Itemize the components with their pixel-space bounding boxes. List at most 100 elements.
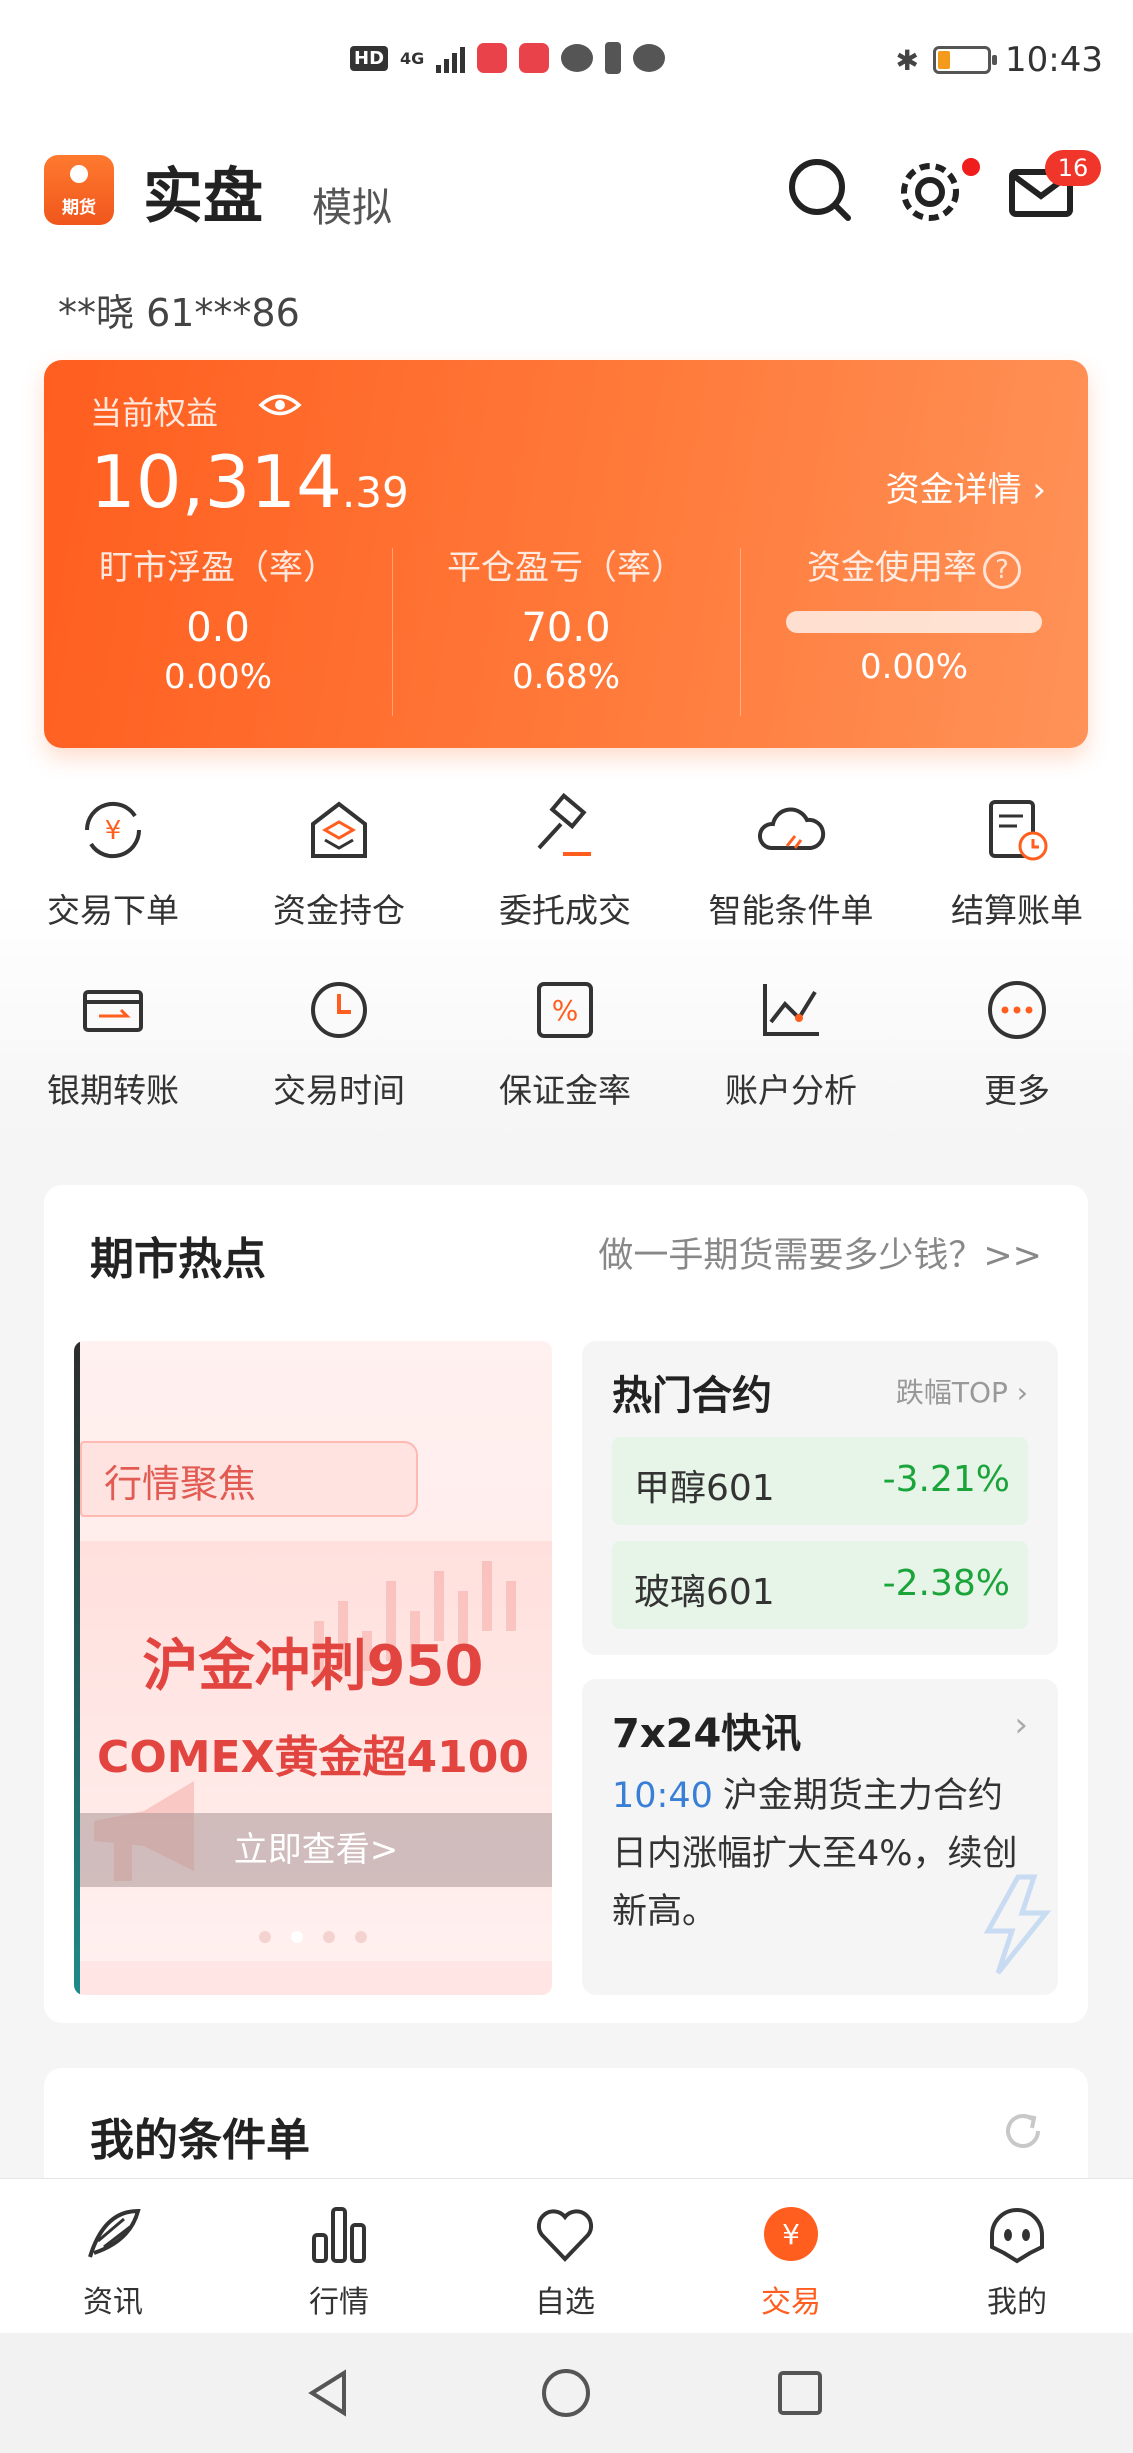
hot-contracts-panel: 热门合约 跌幅TOP › 甲醇601 -3.21% 玻璃601 -2.38% xyxy=(582,1341,1058,1655)
equity-value-integer: 10,314 xyxy=(90,440,342,524)
menu-label: 更多 xyxy=(984,1071,1050,1110)
home-icon[interactable] xyxy=(536,2363,596,2423)
carousel-dots xyxy=(74,1931,552,1943)
battery-level xyxy=(938,51,951,69)
bottom-nav: 资讯 行情 自选 ¥ 交易 我的 xyxy=(0,2178,1133,2333)
nav-trade[interactable]: ¥ 交易 xyxy=(678,2201,904,2321)
search-icon xyxy=(789,159,851,221)
menu-item-settlement[interactable]: 结算账单 xyxy=(904,790,1130,932)
layers-house-icon xyxy=(311,801,367,858)
futures-cost-link[interactable]: 做一手期货需要多少钱？>> xyxy=(598,1227,1042,1278)
banner-headline: 沪金冲刺950 xyxy=(142,1634,484,1699)
search-button[interactable] xyxy=(780,150,860,230)
settings-notification-dot xyxy=(962,158,980,176)
closing-pnl: 平仓盈亏（率） 70.0 0.68% xyxy=(392,540,740,697)
equity-value-decimal: .39 xyxy=(341,468,409,517)
feather-icon xyxy=(88,2208,141,2258)
menu-label: 结算账单 xyxy=(951,891,1083,930)
menu-item-margin-rate[interactable]: % 保证金率 xyxy=(452,970,678,1112)
status-bar: HD 4G ✱ 10:43 xyxy=(0,0,1133,130)
menu-label: 委托成交 xyxy=(499,891,631,930)
nav-label: 自选 xyxy=(535,2285,595,2320)
nav-label: 交易 xyxy=(761,2285,821,2320)
eye-toggle-button[interactable] xyxy=(258,388,302,422)
promo-banner[interactable]: 行情聚焦 沪金冲刺950 COMEX黄金超4100 立即查看> xyxy=(74,1341,552,1995)
menu-item-entrust[interactable]: 委托成交 xyxy=(452,790,678,932)
flash-news-panel[interactable]: 7x24快讯 › 10:40 沪金期货主力合约日内涨幅扩大至4%，续创新高。 xyxy=(582,1679,1058,1995)
gear-icon xyxy=(901,163,959,221)
floating-pnl: 盯市浮盈（率） 0.0 0.00% xyxy=(44,540,392,697)
nav-label: 行情 xyxy=(309,2285,369,2320)
settings-button[interactable] xyxy=(890,150,970,230)
back-icon[interactable] xyxy=(300,2363,360,2423)
menu-label: 交易下单 xyxy=(47,891,179,930)
logo-mark-icon xyxy=(70,165,88,183)
battery-icon xyxy=(933,46,998,74)
hd-icon: HD xyxy=(350,45,389,71)
fund-usage-bar xyxy=(786,611,1042,633)
section-title: 我的条件单 xyxy=(90,2115,310,2166)
svg-text:%: % xyxy=(552,994,579,1027)
heart-icon xyxy=(536,2209,594,2262)
alert-icon xyxy=(605,42,622,74)
menu-item-bank-transfer[interactable]: 银期转账 xyxy=(0,970,226,1112)
mail-badge: 16 xyxy=(1045,150,1101,186)
carousel-dot-active xyxy=(291,1931,303,1943)
tab-real[interactable]: 实盘 xyxy=(143,148,263,235)
svg-text:¥: ¥ xyxy=(105,816,122,846)
menu-item-smart-condition[interactable]: 智能条件单 xyxy=(678,790,904,932)
equity-card: 当前权益 10,314.39 资金详情 › 盯市浮盈（率） 0.0 0.00% … xyxy=(44,360,1088,748)
menu-item-trading-hours[interactable]: 交易时间 xyxy=(226,970,452,1112)
cloud-icon xyxy=(758,807,826,850)
eye-icon xyxy=(258,394,302,416)
status-icons: HD 4G xyxy=(350,42,666,74)
decline-top-link[interactable]: 跌幅TOP › xyxy=(896,1371,1028,1411)
bar-chart-icon xyxy=(312,2207,366,2263)
nav-market[interactable]: 行情 xyxy=(226,2201,452,2321)
refresh-icon[interactable] xyxy=(998,2106,1048,2156)
nav-label: 资讯 xyxy=(83,2285,143,2320)
clock-time: 10:43 xyxy=(1005,40,1103,80)
svg-text:¥: ¥ xyxy=(782,2218,800,2251)
menu-item-positions[interactable]: 资金持仓 xyxy=(226,790,452,932)
yuan-circle-icon: ¥ xyxy=(764,2207,818,2261)
menu-item-order[interactable]: ¥ 交易下单 xyxy=(0,790,226,932)
nav-label: 我的 xyxy=(987,2285,1047,2320)
equity-value: 10,314.39 xyxy=(90,440,409,524)
reader-app-icon-2 xyxy=(519,43,550,73)
nav-mine[interactable]: 我的 xyxy=(904,2201,1130,2321)
menu-label: 智能条件单 xyxy=(708,891,874,930)
line-chart-icon xyxy=(763,984,819,1036)
more-icon xyxy=(988,981,1046,1039)
yuan-cycle-icon: ¥ xyxy=(84,801,142,859)
gavel-icon xyxy=(537,792,591,856)
transfer-card-icon xyxy=(83,990,143,1032)
network-type-icon: 4G xyxy=(400,48,425,68)
menu-label: 资金持仓 xyxy=(273,891,405,930)
logo-text: 期货 xyxy=(62,198,96,218)
fund-usage: 资金使用率? 0.00% xyxy=(740,540,1088,687)
closing-pnl-value: 70.0 xyxy=(521,605,611,651)
bluetooth-icon: ✱ xyxy=(895,43,920,77)
contract-change: -2.38% xyxy=(882,1563,1010,1604)
trading-page: HD 4G ✱ 10:43 期货 实盘 模拟 16 **晓 61***86 当前… xyxy=(0,0,1133,2453)
lightning-icon xyxy=(983,1874,1052,1975)
flash-news-title: 7x24快讯 xyxy=(612,1711,802,1757)
menu-item-more[interactable]: 更多 xyxy=(904,970,1130,1112)
nav-watchlist[interactable]: 自选 xyxy=(452,2201,678,2321)
fund-detail-link[interactable]: 资金详情 › xyxy=(886,462,1046,511)
clock-icon xyxy=(311,982,367,1038)
help-icon[interactable]: ? xyxy=(983,550,1021,589)
hot-contract-row[interactable]: 甲醇601 -3.21% xyxy=(612,1437,1028,1525)
hot-contracts-title: 热门合约 xyxy=(612,1373,772,1419)
nav-news[interactable]: 资讯 xyxy=(0,2201,226,2321)
ghost-face-icon xyxy=(990,2208,1044,2264)
wechat-icon xyxy=(561,44,594,72)
menu-item-account-analysis[interactable]: 账户分析 xyxy=(678,970,904,1112)
recent-apps-icon[interactable] xyxy=(770,2363,830,2423)
tab-simulation[interactable]: 模拟 xyxy=(312,175,392,233)
banner-view-button[interactable]: 立即查看> xyxy=(80,1813,552,1887)
carousel-dot xyxy=(355,1931,367,1943)
hot-contract-row[interactable]: 玻璃601 -2.38% xyxy=(612,1541,1028,1629)
fund-usage-label: 资金使用率? xyxy=(740,540,1088,589)
